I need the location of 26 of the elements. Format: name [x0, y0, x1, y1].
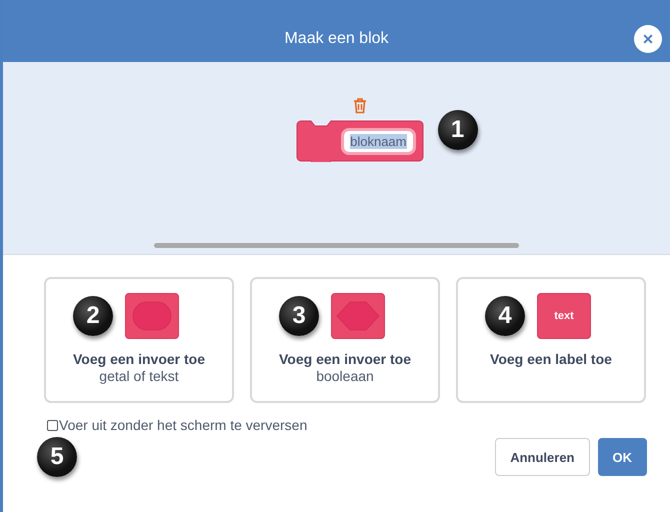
option-subtitle: getal of tekst	[99, 368, 179, 384]
checkbox-label[interactable]: Voer uit zonder het scherm te verversen	[59, 417, 308, 433]
cancel-button[interactable]: Annuleren	[495, 438, 590, 476]
checkbox[interactable]	[47, 420, 58, 430]
add-option-card[interactable]: 4 text Voeg een label toe	[456, 277, 646, 403]
ok-button[interactable]: OK	[598, 438, 647, 476]
block-name-field[interactable]: bloknaam	[341, 128, 416, 154]
option-subtitle: booleaan	[316, 368, 374, 384]
add-option-card[interactable]: 3 Voeg een invoer toe booleaan	[250, 277, 440, 403]
add-option-card[interactable]: 2 Voeg een invoer toe getal of tekst	[44, 277, 234, 403]
close-button[interactable]: ×	[634, 25, 662, 53]
number-callout: 5	[37, 437, 77, 477]
boolean-input-icon	[331, 293, 385, 339]
round-input-icon	[125, 293, 179, 339]
option-title: Voeg een invoer toe	[279, 351, 411, 367]
number-callout: 2	[73, 296, 113, 336]
label-sample: text	[554, 310, 574, 322]
number-callout: 1	[438, 110, 478, 150]
custom-block[interactable]: bloknaam	[296, 120, 424, 162]
option-title: Voeg een invoer toe	[73, 351, 205, 367]
scrollbar[interactable]	[154, 243, 519, 248]
number-callout: 4	[485, 296, 525, 336]
number-callout: 3	[279, 296, 319, 336]
trash-icon[interactable]	[352, 98, 366, 114]
dialog-title: Maak een blok	[284, 30, 389, 48]
option-title: Voeg een label toe	[490, 351, 612, 367]
